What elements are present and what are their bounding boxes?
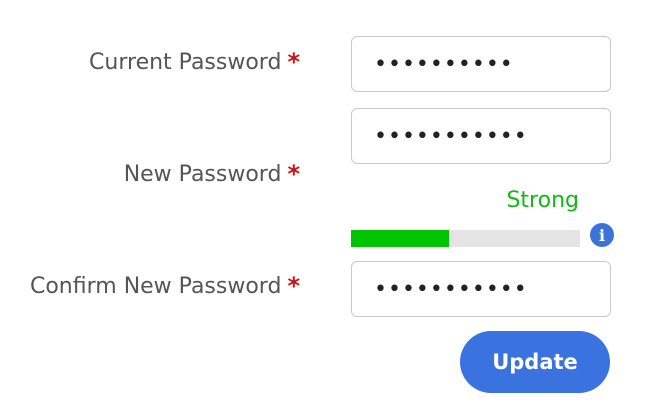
confirm-password-label: Confirm New Password *: [30, 272, 300, 300]
current-password-label: Current Password *: [89, 48, 300, 76]
password-strength-meter: [351, 230, 580, 247]
required-asterisk: *: [287, 272, 300, 300]
new-password-field[interactable]: [351, 108, 611, 164]
current-password-label-text: Current Password: [89, 49, 282, 75]
info-glyph: i: [598, 225, 606, 245]
password-strength-fill: [351, 230, 450, 247]
update-button[interactable]: Update: [460, 331, 610, 393]
confirm-password-field[interactable]: [351, 261, 611, 317]
password-strength-text: Strong: [506, 188, 579, 213]
new-password-label-text: New Password: [123, 161, 282, 187]
required-asterisk: *: [287, 48, 300, 76]
new-password-label: New Password *: [124, 160, 300, 188]
required-asterisk: *: [287, 160, 300, 188]
info-icon[interactable]: i: [590, 223, 614, 247]
current-password-field[interactable]: [351, 36, 611, 92]
confirm-password-label-text: Confirm New Password: [29, 273, 282, 299]
